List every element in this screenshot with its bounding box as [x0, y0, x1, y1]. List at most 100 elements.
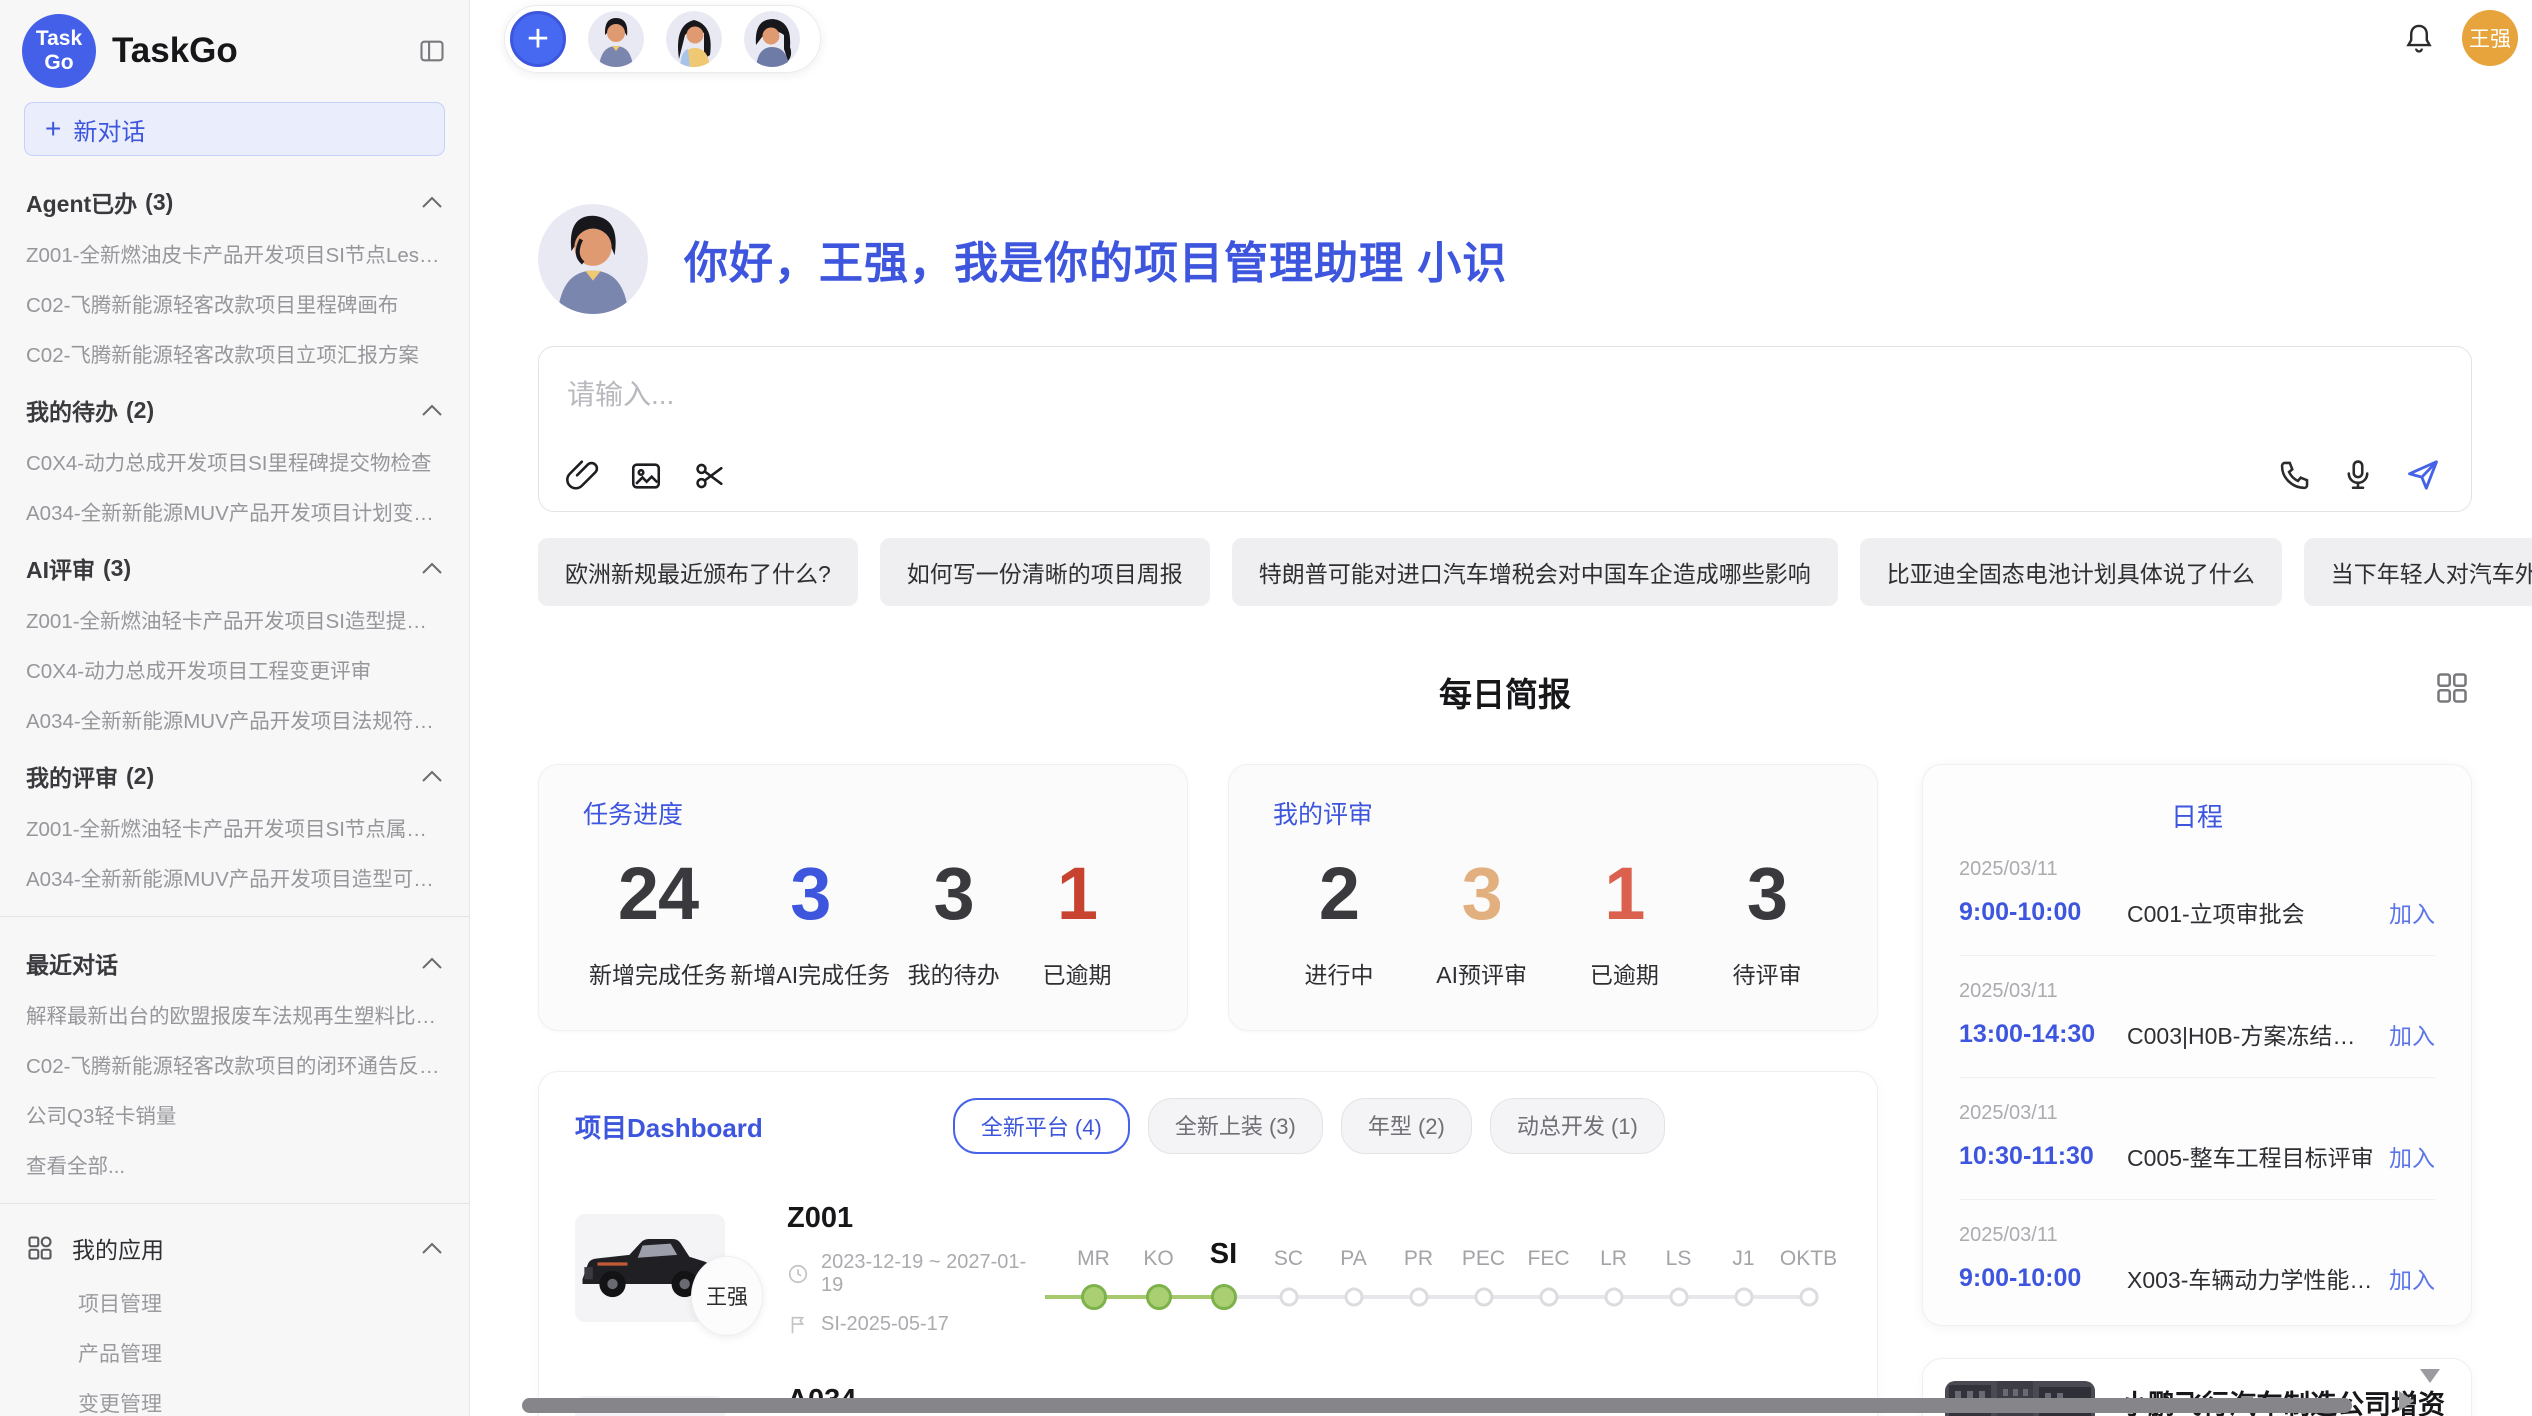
chevron-up-icon[interactable] [421, 403, 443, 417]
sidebar-task-item[interactable]: Z001-全新燃油皮卡产品开发项目SI节点Lesson Learn报告 [0, 228, 469, 278]
recent-conversation-item[interactable]: 解释最新出台的欧盟报废车法规再生塑料比例被调至15%... [0, 989, 469, 1039]
sidebar-task-item[interactable]: C02-飞腾新能源轻客改款项目立项汇报方案 [0, 328, 469, 378]
section-title: Agent已办 [26, 185, 137, 219]
sidebar-task-item[interactable]: Z001-全新燃油轻卡产品开发项目SI节点属性5D文件评审 [0, 802, 469, 852]
milestone-label: SI [1191, 1225, 1256, 1271]
dashboard-title: 项目Dashboard [575, 1108, 763, 1145]
new-chat-button[interactable]: + 新对话 [24, 102, 445, 156]
section-header[interactable]: AI评审(3) [0, 536, 469, 594]
schedule-join-link[interactable]: 加入 [2389, 1017, 2435, 1051]
app-logo: Task Go [22, 14, 96, 88]
sidebar-task-item[interactable]: A034-全新新能源MUV产品开发项目法规符合性评审 [0, 694, 469, 744]
my-apps-items: 项目管理产品管理变更管理 [0, 1278, 469, 1416]
schedule-title: 日程 [1959, 797, 2435, 834]
dashboard-filter-chip[interactable]: 全新平台 (4) [953, 1098, 1130, 1154]
section-title: AI评审 [26, 551, 95, 585]
stat-label: AI预评审 [1422, 956, 1542, 990]
schedule-join-link[interactable]: 加入 [2389, 1261, 2435, 1295]
dashboard-filter-chip[interactable]: 年型 (2) [1341, 1098, 1472, 1154]
suggestion-chip[interactable]: 比亚迪全固态电池计划具体说了什么 [1860, 538, 2282, 606]
layout-grid-icon[interactable] [2434, 670, 2470, 706]
schedule-join-link[interactable]: 加入 [2389, 1139, 2435, 1173]
schedule-join-link[interactable]: 加入 [2389, 895, 2435, 929]
schedule-item: 2025/03/1113:00-14:30C003|H0B-方案冻结评审加入 [1959, 956, 2435, 1078]
stat-cell: 1已逾期 [1017, 851, 1137, 990]
my-apps-sub-item[interactable]: 项目管理 [0, 1278, 469, 1328]
suggestion-chip[interactable]: 当下年轻人对汽车外观有怎样的喜好趋势 [2304, 538, 2532, 606]
add-agent-button[interactable]: + [510, 11, 566, 67]
stat-value: 1 [1564, 851, 1684, 936]
section-header[interactable]: Agent已办(3) [0, 170, 469, 228]
sidebar-collapse-icon[interactable] [417, 37, 447, 65]
recent-conversation-item[interactable]: 公司Q3轻卡销量 [0, 1089, 469, 1139]
milestone-label: KO [1126, 1225, 1191, 1271]
sidebar-item-my-apps[interactable]: 我的应用 [0, 1218, 469, 1278]
chevron-up-icon[interactable] [421, 956, 443, 970]
message-input[interactable] [539, 347, 2471, 439]
milestone-dot [1799, 1288, 1818, 1307]
phone-icon[interactable] [2277, 458, 2311, 492]
image-icon[interactable] [629, 459, 663, 493]
stat-cell: 24新增完成任务 [589, 851, 727, 990]
dashboard-filter-chip[interactable]: 动总开发 (1) [1490, 1098, 1665, 1154]
agent-avatar-3[interactable] [744, 11, 800, 67]
agent-avatar-1[interactable] [588, 11, 644, 67]
stat-value: 3 [1707, 851, 1827, 936]
sidebar-task-item[interactable]: A034-全新新能源MUV产品开发项目造型可行性评审 [0, 852, 469, 902]
chevron-up-icon[interactable] [421, 769, 443, 783]
recent-view-all[interactable]: 查看全部... [0, 1139, 469, 1189]
microphone-icon[interactable] [2341, 458, 2375, 492]
sidebar-task-item[interactable]: A034-全新新能源MUV产品开发项目计划变更表编写 [0, 486, 469, 536]
section-header[interactable]: 我的评审(2) [0, 744, 469, 802]
milestone-label: SC [1256, 1225, 1321, 1271]
my-apps-sub-item[interactable]: 产品管理 [0, 1328, 469, 1378]
greeting-text: 你好，王强，我是你的项目管理助理 小识 [684, 227, 1507, 291]
project-dashboard-card: 项目Dashboard 全新平台 (4) 全新上装 (3) 年型 (2) 动总开发 (… [538, 1071, 1878, 1416]
sidebar-task-item[interactable]: C02-飞腾新能源轻客改款项目里程碑画布 [0, 278, 469, 328]
divider [0, 916, 469, 917]
recent-section-header[interactable]: 最近对话 [0, 931, 469, 989]
agent-avatar-2[interactable] [666, 11, 722, 67]
milestone-label: MR [1061, 1225, 1126, 1271]
scissors-icon[interactable] [693, 459, 727, 493]
schedule-row: 9:00-10:00X003-车辆动力学性能验...加入 [1959, 1261, 2435, 1295]
suggestion-chip[interactable]: 如何写一份清晰的项目周报 [880, 538, 1210, 606]
user-avatar[interactable]: 王强 [2462, 10, 2518, 66]
my-apps-sub-item[interactable]: 变更管理 [0, 1378, 469, 1416]
schedule-row: 10:30-11:30C005-整车工程目标评审加入 [1959, 1139, 2435, 1173]
stat-cell: 3AI预评审 [1422, 851, 1542, 990]
chevron-up-icon[interactable] [421, 195, 443, 209]
recent-conversation-item[interactable]: C02-飞腾新能源轻客改款项目的闭环通告反馈情况 [0, 1039, 469, 1089]
project-row[interactable]: 王强Z0012023-12-19 ~ 2027-01-19SI-2025-05-… [575, 1202, 1841, 1336]
chevron-up-icon[interactable] [421, 1241, 443, 1255]
suggestion-chips: 欧洲新规最近颁布了什么? 如何写一份清晰的项目周报特朗普可能对进口汽车增税会对中国… [538, 538, 2472, 606]
project-owner-badge: 王强 [691, 1256, 763, 1336]
sidebar-task-item[interactable]: Z001-全新燃油轻卡产品开发项目SI造型提交物评审 [0, 594, 469, 644]
section-count: (2) [126, 397, 154, 424]
dashboard-filter-chip[interactable]: 全新上装 (3) [1148, 1098, 1323, 1154]
attachment-icon[interactable] [565, 459, 599, 493]
sidebar-task-item[interactable]: C0X4-动力总成开发项目SI里程碑提交物检查 [0, 436, 469, 486]
stat-label: 已逾期 [1564, 956, 1684, 990]
section-header[interactable]: 我的待办(2) [0, 378, 469, 436]
suggestion-chip[interactable]: 欧洲新规最近颁布了什么? [538, 538, 858, 606]
briefing-right-column: 日程 2025/03/119:00-10:00C001-立项审批会加入2025/… [1922, 764, 2472, 1416]
stat-label: 新增AI完成任务 [730, 956, 890, 990]
milestone-label: PR [1386, 1225, 1451, 1271]
my-apps-label: 我的应用 [72, 1231, 164, 1265]
scroll-down-arrow[interactable] [2420, 1369, 2440, 1383]
milestone: PEC [1451, 1225, 1516, 1315]
schedule-row: 9:00-10:00C001-立项审批会加入 [1959, 895, 2435, 929]
sidebar-task-item[interactable]: C0X4-动力总成开发项目工程变更评审 [0, 644, 469, 694]
send-icon[interactable] [2405, 457, 2441, 493]
stat-label: 已逾期 [1017, 956, 1137, 990]
suggestion-chip[interactable]: 特朗普可能对进口汽车增税会对中国车企造成哪些影响 [1232, 538, 1838, 606]
milestone-label: FEC [1516, 1225, 1581, 1271]
project-flag: SI-2025-05-17 [787, 1313, 1035, 1336]
notification-bell-icon[interactable] [2402, 21, 2436, 55]
scroll-right-arrow[interactable] [2399, 1391, 2414, 1411]
chevron-up-icon[interactable] [421, 561, 443, 575]
stat-label: 待评审 [1707, 956, 1827, 990]
horizontal-scrollbar[interactable] [522, 1398, 2352, 1413]
schedule-name: C003|H0B-方案冻结评审 [2127, 1017, 2375, 1051]
